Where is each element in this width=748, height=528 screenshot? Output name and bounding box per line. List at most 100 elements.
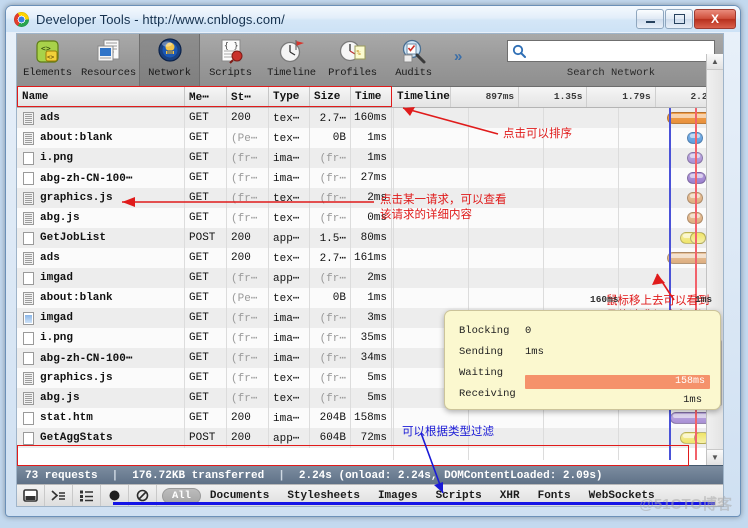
dock-to-bottom-icon[interactable] <box>17 485 45 506</box>
close-button[interactable]: X <box>694 9 736 29</box>
cell-type: ima⋯ <box>269 328 310 348</box>
cell-name: about:blank <box>17 288 185 308</box>
filter-xhr[interactable]: XHR <box>491 490 529 502</box>
panel-button-scripts[interactable]: { } Scripts <box>200 34 261 86</box>
table-row[interactable]: abg-zh-CN-100⋯ GET (fr⋯ ima⋯ (fr⋯ 27ms <box>17 168 723 188</box>
waterfall-bar[interactable] <box>686 212 704 224</box>
panel-button-audits[interactable]: Audits <box>383 34 444 86</box>
request-name: i.png <box>40 332 74 344</box>
panel-button-resources[interactable]: Resources <box>78 34 139 86</box>
panel-button-timeline[interactable]: Timeline <box>261 34 322 86</box>
cell-timeline[interactable] <box>392 428 723 448</box>
table-row[interactable]: GetJobList POST 200 app⋯ 1.5⋯ 80ms <box>17 228 723 248</box>
toolbar-overflow-button[interactable]: » <box>454 48 462 65</box>
filter-stylesheets[interactable]: Stylesheets <box>278 490 369 502</box>
maximize-icon <box>673 14 685 24</box>
cell-type: tex⋯ <box>269 368 310 388</box>
cell-status: (fr⋯ <box>227 208 269 228</box>
column-header-method[interactable]: Me⋯ <box>185 87 227 107</box>
request-name: ads <box>40 252 60 264</box>
cell-time: 161ms <box>351 248 392 268</box>
waterfall-bar[interactable] <box>679 232 707 244</box>
column-header-timeline-label: Timeline <box>397 91 450 103</box>
column-header-type[interactable]: Type <box>269 87 310 107</box>
panel-label-scripts: Scripts <box>209 67 252 79</box>
resources-icon <box>94 38 124 66</box>
search-box[interactable] <box>507 40 715 62</box>
filter-images[interactable]: Images <box>369 490 427 502</box>
column-header-status[interactable]: St⋯ <box>227 87 269 107</box>
table-row[interactable]: ads GET 200 tex⋯ 2.7⋯ 161ms <box>17 248 723 268</box>
ruler-tick-0: 897ms <box>449 87 518 107</box>
cell-timeline[interactable] <box>392 108 723 128</box>
table-row[interactable]: i.png GET (fr⋯ ima⋯ (fr⋯ 1ms <box>17 148 723 168</box>
summary-requests: 73 requests <box>25 469 98 482</box>
cell-timeline[interactable] <box>392 168 723 188</box>
cell-timeline[interactable] <box>392 148 723 168</box>
waterfall-bar[interactable] <box>686 172 707 184</box>
table-row[interactable]: imgad GET (fr⋯ app⋯ (fr⋯ 2ms <box>17 268 723 288</box>
cell-timeline[interactable] <box>392 208 723 228</box>
table-row[interactable]: ads GET 200 tex⋯ 2.7⋯ 160ms <box>17 108 723 128</box>
bar-highlight <box>689 134 701 138</box>
filter-fonts[interactable]: Fonts <box>529 490 580 502</box>
cell-size: 0B <box>310 128 351 148</box>
cell-time: 5ms <box>351 368 392 388</box>
cell-timeline[interactable] <box>392 408 723 428</box>
tooltip-marker-left: 160ms <box>590 294 619 305</box>
console-prompt-icon[interactable] <box>45 485 73 506</box>
scroll-up-button[interactable]: ▲ <box>707 54 723 70</box>
table-row[interactable]: abg.js GET (fr⋯ tex⋯ (fr⋯ 0ms <box>17 208 723 228</box>
cell-type: tex⋯ <box>269 388 310 408</box>
cell-timeline[interactable] <box>392 228 723 248</box>
cell-status: (fr⋯ <box>227 188 269 208</box>
cell-timeline[interactable] <box>392 248 723 268</box>
waterfall-bar[interactable] <box>686 152 704 164</box>
cell-timeline[interactable] <box>392 188 723 208</box>
panel-button-elements[interactable]: <> <> Elements <box>17 34 78 86</box>
minimize-button[interactable] <box>636 9 664 29</box>
cell-method: GET <box>185 148 227 168</box>
cell-time: 2ms <box>351 188 392 208</box>
column-header-size[interactable]: Size <box>310 87 351 107</box>
cell-type: app⋯ <box>269 428 310 448</box>
panel-label-network: Network <box>148 67 191 79</box>
table-row[interactable]: graphics.js GET (fr⋯ tex⋯ (fr⋯ 2ms <box>17 188 723 208</box>
cell-time: 1ms <box>351 148 392 168</box>
cell-status: (Pe⋯ <box>227 288 269 308</box>
panel-button-profiles[interactable]: % Profiles <box>322 34 383 86</box>
waterfall-bar[interactable] <box>686 192 704 204</box>
column-header-timeline[interactable]: Timeline 897ms 1.35s 1.79s 2.24s <box>392 87 723 107</box>
cell-timeline[interactable] <box>392 288 723 308</box>
panel-button-network[interactable]: Network <box>139 34 200 86</box>
column-header-time[interactable]: Time <box>351 87 392 107</box>
filter-scripts[interactable]: Scripts <box>427 490 491 502</box>
cell-timeline[interactable] <box>392 268 723 288</box>
cell-size: (fr⋯ <box>310 348 351 368</box>
table-row[interactable]: GetAggStats POST 200 app⋯ 604B 72ms <box>17 428 723 448</box>
search-input[interactable] <box>529 44 714 58</box>
maximize-button[interactable] <box>665 9 693 29</box>
list-icon[interactable] <box>73 485 101 506</box>
blank-file-icon <box>23 271 34 285</box>
cell-size: (fr⋯ <box>310 168 351 188</box>
cell-time: 1ms <box>351 128 392 148</box>
table-row[interactable]: stat.htm GET 200 ima⋯ 204B 158ms <box>17 408 723 428</box>
bar-highlight <box>689 174 704 178</box>
cell-timeline[interactable] <box>392 128 723 148</box>
grid-header: Name Me⋯ St⋯ Type Size Time Timeline 897… <box>17 87 723 108</box>
column-header-name[interactable]: Name <box>17 87 185 107</box>
cell-time: 0ms <box>351 208 392 228</box>
bar-response-segment <box>690 232 707 244</box>
screenshot-root: Developer Tools - http://www.cnblogs.com… <box>0 0 748 528</box>
waterfall-bar[interactable] <box>686 132 704 144</box>
filter-documents[interactable]: Documents <box>201 490 278 502</box>
table-row[interactable]: about:blank GET (Pe⋯ tex⋯ 0B 1ms <box>17 128 723 148</box>
request-name: imgad <box>40 272 74 284</box>
scroll-down-button[interactable]: ▼ <box>707 449 723 465</box>
document-file-icon <box>23 291 34 305</box>
tooltip-value-receiving: 1ms <box>683 393 702 406</box>
cell-name: i.png <box>17 328 185 348</box>
request-name: about:blank <box>40 132 113 144</box>
request-name: abg.js <box>40 212 80 224</box>
